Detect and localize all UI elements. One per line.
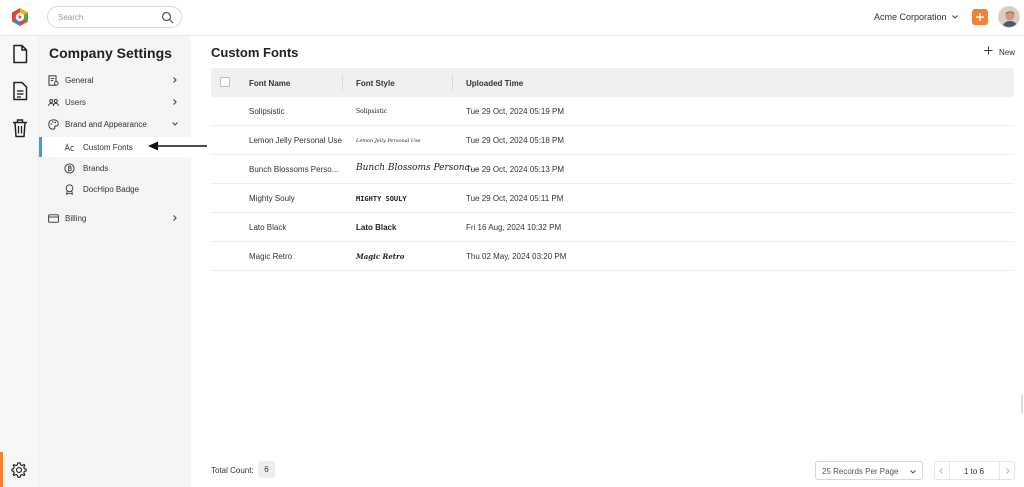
settings-rail-button[interactable] [0,452,39,487]
sidebar-item-dochipo-badge[interactable]: DocHipo Badge [39,179,191,199]
gear-icon [11,462,27,478]
credit-card-icon [48,214,59,223]
annotation-arrow-icon [148,141,207,151]
font-name-cell: Lato Black [249,223,287,232]
search-box[interactable]: Search [47,6,182,28]
column-divider [342,75,343,90]
uploaded-time-cell: Fri 16 Aug, 2024 10:32 PM [466,223,562,232]
brand-badge-icon [64,163,75,174]
sidebar-item-label: Users [65,98,86,107]
page-title: Custom Fonts [211,45,299,60]
chevron-down-icon [910,470,916,474]
sidebar-title: Company Settings [49,45,172,61]
active-indicator [0,452,3,487]
font-style-preview: Lato Black [356,223,397,232]
sidebar-item-label: Brand and Appearance [65,120,147,129]
column-header-font-name[interactable]: Font Name [249,79,290,88]
table-row[interactable]: Lemon Jelly Personal Use Lemon Jelly Per… [211,126,1014,155]
uploaded-time-cell: Tue 29 Oct, 2024 05:11 PM [466,194,564,203]
sidebar-item-label: Custom Fonts [83,143,133,152]
select-all-checkbox[interactable] [220,77,230,87]
font-name-cell: Lemon Jelly Personal Use [249,136,342,145]
left-rail [0,36,39,487]
font-style-preview: Solipsistic [356,108,388,115]
plus-icon [984,46,993,55]
chevron-right-icon [173,99,177,105]
pagination: 1 to 6 [934,461,1015,480]
font-name-cell: Solipsistic [249,107,285,116]
uploaded-time-cell: Thu 02 May, 2024 03:20 PM [466,252,567,261]
font-name-cell: Bunch Blossoms Perso... [249,165,339,174]
document-icon[interactable] [11,44,29,64]
settings-sidebar: Company Settings General Users Brand and… [39,36,191,487]
font-style-preview: MIGHTY SOULY [356,195,407,203]
new-button-label: New [999,48,1016,57]
sidebar-item-users[interactable]: Users [39,92,191,112]
table-row[interactable]: Mighty Souly MIGHTY SOULY Tue 29 Oct, 20… [211,184,1014,213]
search-placeholder[interactable]: Search [58,13,83,22]
award-icon [65,184,74,195]
sidebar-item-label: Brands [83,164,109,173]
general-settings-icon [48,75,59,86]
active-indicator [39,137,42,157]
sidebar-item-general[interactable]: General [39,70,191,90]
create-button[interactable] [972,9,988,25]
chevron-right-icon[interactable] [1004,467,1012,475]
records-per-page-select[interactable]: 25 Records Per Page [815,461,923,480]
uploaded-time-cell: Tue 29 Oct, 2024 05:19 PM [466,107,564,116]
trash-icon[interactable] [11,118,29,138]
chevron-left-icon[interactable] [937,467,945,475]
sidebar-item-brand-and-appearance[interactable]: Brand and Appearance [39,114,191,134]
font-style-preview: Lemon Jelly Personal Use [356,138,421,144]
column-header-uploaded-time[interactable]: Uploaded Time [466,79,523,88]
font-icon [64,143,75,152]
pagination-divider [949,462,950,479]
table-row[interactable]: Lato Black Lato Black Fri 16 Aug, 2024 1… [211,213,1014,242]
user-avatar[interactable] [998,6,1020,28]
font-style-preview: Magic Retro [356,252,405,261]
table-row[interactable]: Magic Retro Magic Retro Thu 02 May, 2024… [211,242,1014,271]
avatar-image [999,7,1019,27]
table-row[interactable]: Solipsistic Solipsistic Tue 29 Oct, 2024… [211,97,1014,126]
organization-switcher[interactable]: Acme Corporation [874,12,947,22]
sidebar-item-billing[interactable]: Billing [39,208,191,228]
records-per-page-value: 25 Records Per Page [822,467,899,476]
top-bar: Search Acme Corporation [0,0,1024,36]
column-header-font-style[interactable]: Font Style [356,79,395,88]
table-header: Font Name Font Style Uploaded Time [211,68,1014,97]
total-count-value: 6 [258,461,275,478]
total-count-label: Total Count: [211,466,254,475]
font-name-cell: Magic Retro [249,252,293,261]
sidebar-item-label: General [65,76,94,85]
column-divider [452,75,453,90]
uploaded-time-cell: Tue 29 Oct, 2024 05:13 PM [466,165,564,174]
font-style-preview: Bunch Blossoms Persona... [356,163,479,173]
sidebar-item-label: DocHipo Badge [83,185,140,194]
scrollbar-thumb[interactable] [1021,395,1023,413]
search-icon[interactable] [161,11,174,24]
users-icon [48,99,59,107]
sidebar-item-brands[interactable]: Brands [39,158,191,178]
palette-icon [48,119,59,130]
uploaded-time-cell: Tue 29 Oct, 2024 05:18 PM [466,136,564,145]
app-logo-icon[interactable] [10,7,30,27]
font-name-cell: Mighty Souly [249,194,295,203]
file-text-icon[interactable] [11,81,29,101]
table-row[interactable]: Bunch Blossoms Perso... Bunch Blossoms P… [211,155,1014,184]
chevron-right-icon [173,215,177,221]
plus-icon [976,13,984,21]
chevron-down-icon [172,122,178,126]
chevron-down-icon[interactable] [951,13,959,21]
chevron-right-icon [173,77,177,83]
pagination-divider [999,462,1000,479]
page-range: 1 to 6 [964,467,985,476]
sidebar-item-label: Billing [65,214,87,223]
